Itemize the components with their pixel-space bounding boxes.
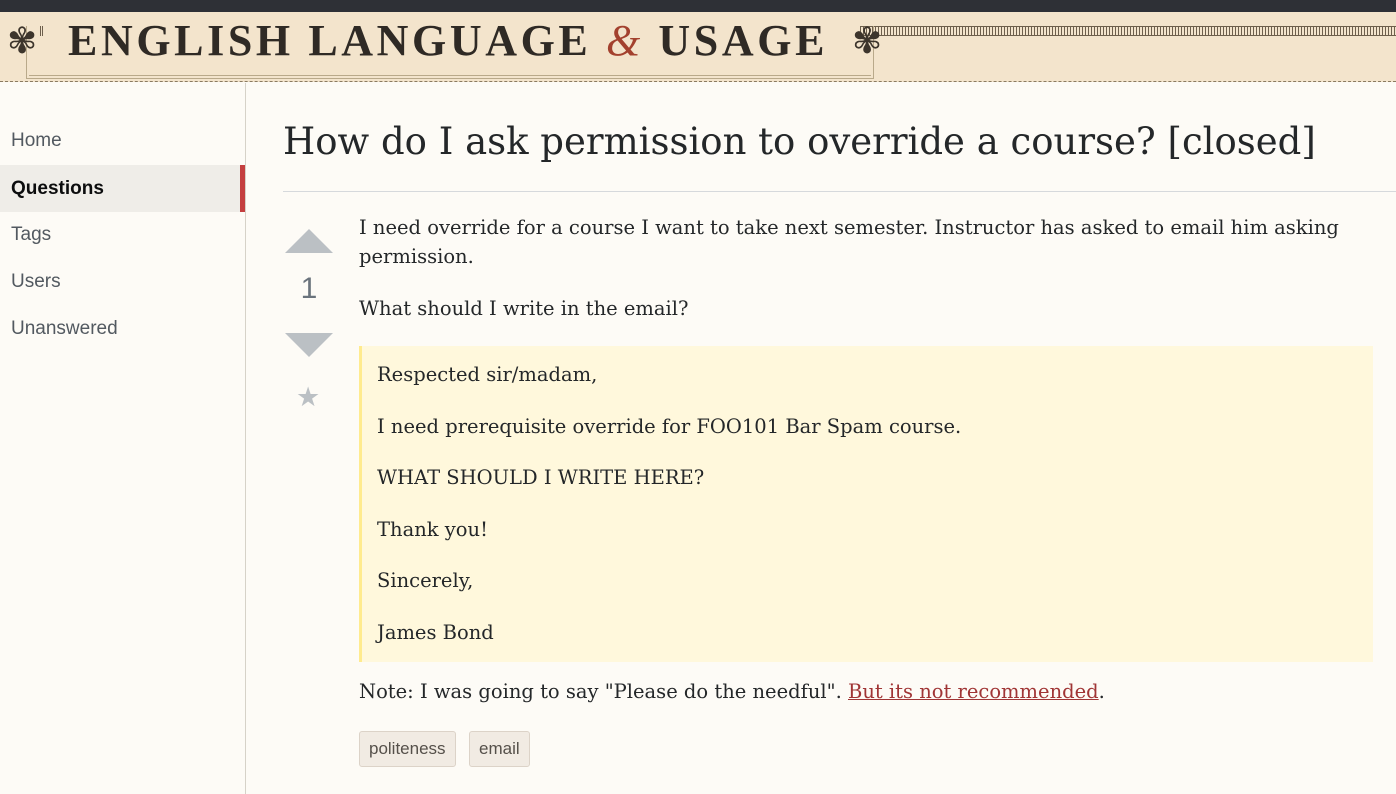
site-logo-title[interactable]: ENGLISH LANGUAGE & USAGE [68, 15, 828, 67]
sidebar-item-users[interactable]: Users [0, 258, 245, 305]
arrow-down-icon[interactable] [285, 333, 333, 357]
star-icon[interactable]: ★ [296, 382, 320, 412]
fleuron-icon: ✾ [852, 21, 883, 62]
question-title[interactable]: How do I ask permission to override a co… [283, 120, 1316, 163]
quote-line: Respected sir/madam, [377, 363, 598, 386]
quote-line: Sincerely, [377, 569, 474, 592]
tag-politeness[interactable]: politeness [359, 731, 456, 767]
sidebar-item-questions[interactable]: Questions [0, 165, 245, 212]
left-sidebar: Home Questions Tags Users Unanswered [0, 83, 246, 794]
sidebar-item-tags[interactable]: Tags [0, 211, 245, 258]
question-note: Note: I was going to say "Please do the … [359, 677, 1105, 706]
email-draft-blockquote: Respected sir/madam, I need prerequisite… [359, 346, 1373, 662]
arrow-up-icon[interactable] [285, 229, 333, 253]
quote-line: I need prerequisite override for FOO101 … [377, 415, 962, 438]
quote-line: WHAT SHOULD I WRITE HERE? [377, 466, 705, 489]
fleuron-icon: ✾ [7, 21, 38, 62]
not-recommended-link[interactable]: But its not recommended [848, 680, 1099, 703]
site-title-part1: ENGLISH LANGUAGE [68, 16, 592, 65]
vote-count: 1 [300, 272, 318, 305]
browser-top-strip [0, 0, 1396, 12]
site-title-part2: USAGE [658, 16, 829, 65]
note-suffix: . [1098, 680, 1105, 703]
site-masthead: ✾ ENGLISH LANGUAGE & USAGE ✾ [0, 12, 1396, 82]
sidebar-item-home[interactable]: Home [0, 117, 245, 164]
quote-line: James Bond [377, 621, 494, 644]
note-text: Note: I was going to say "Please do the … [359, 680, 848, 703]
quote-line: Thank you! [377, 518, 488, 541]
tag-email[interactable]: email [469, 731, 530, 767]
question-body-paragraph: I need override for a course I want to t… [359, 216, 1339, 268]
question-body-paragraph: What should I write in the email? [359, 297, 689, 320]
site-title-ampersand: & [605, 16, 644, 65]
title-divider [283, 191, 1396, 192]
header-rule-right [860, 26, 1396, 36]
sidebar-item-unanswered[interactable]: Unanswered [0, 305, 245, 352]
